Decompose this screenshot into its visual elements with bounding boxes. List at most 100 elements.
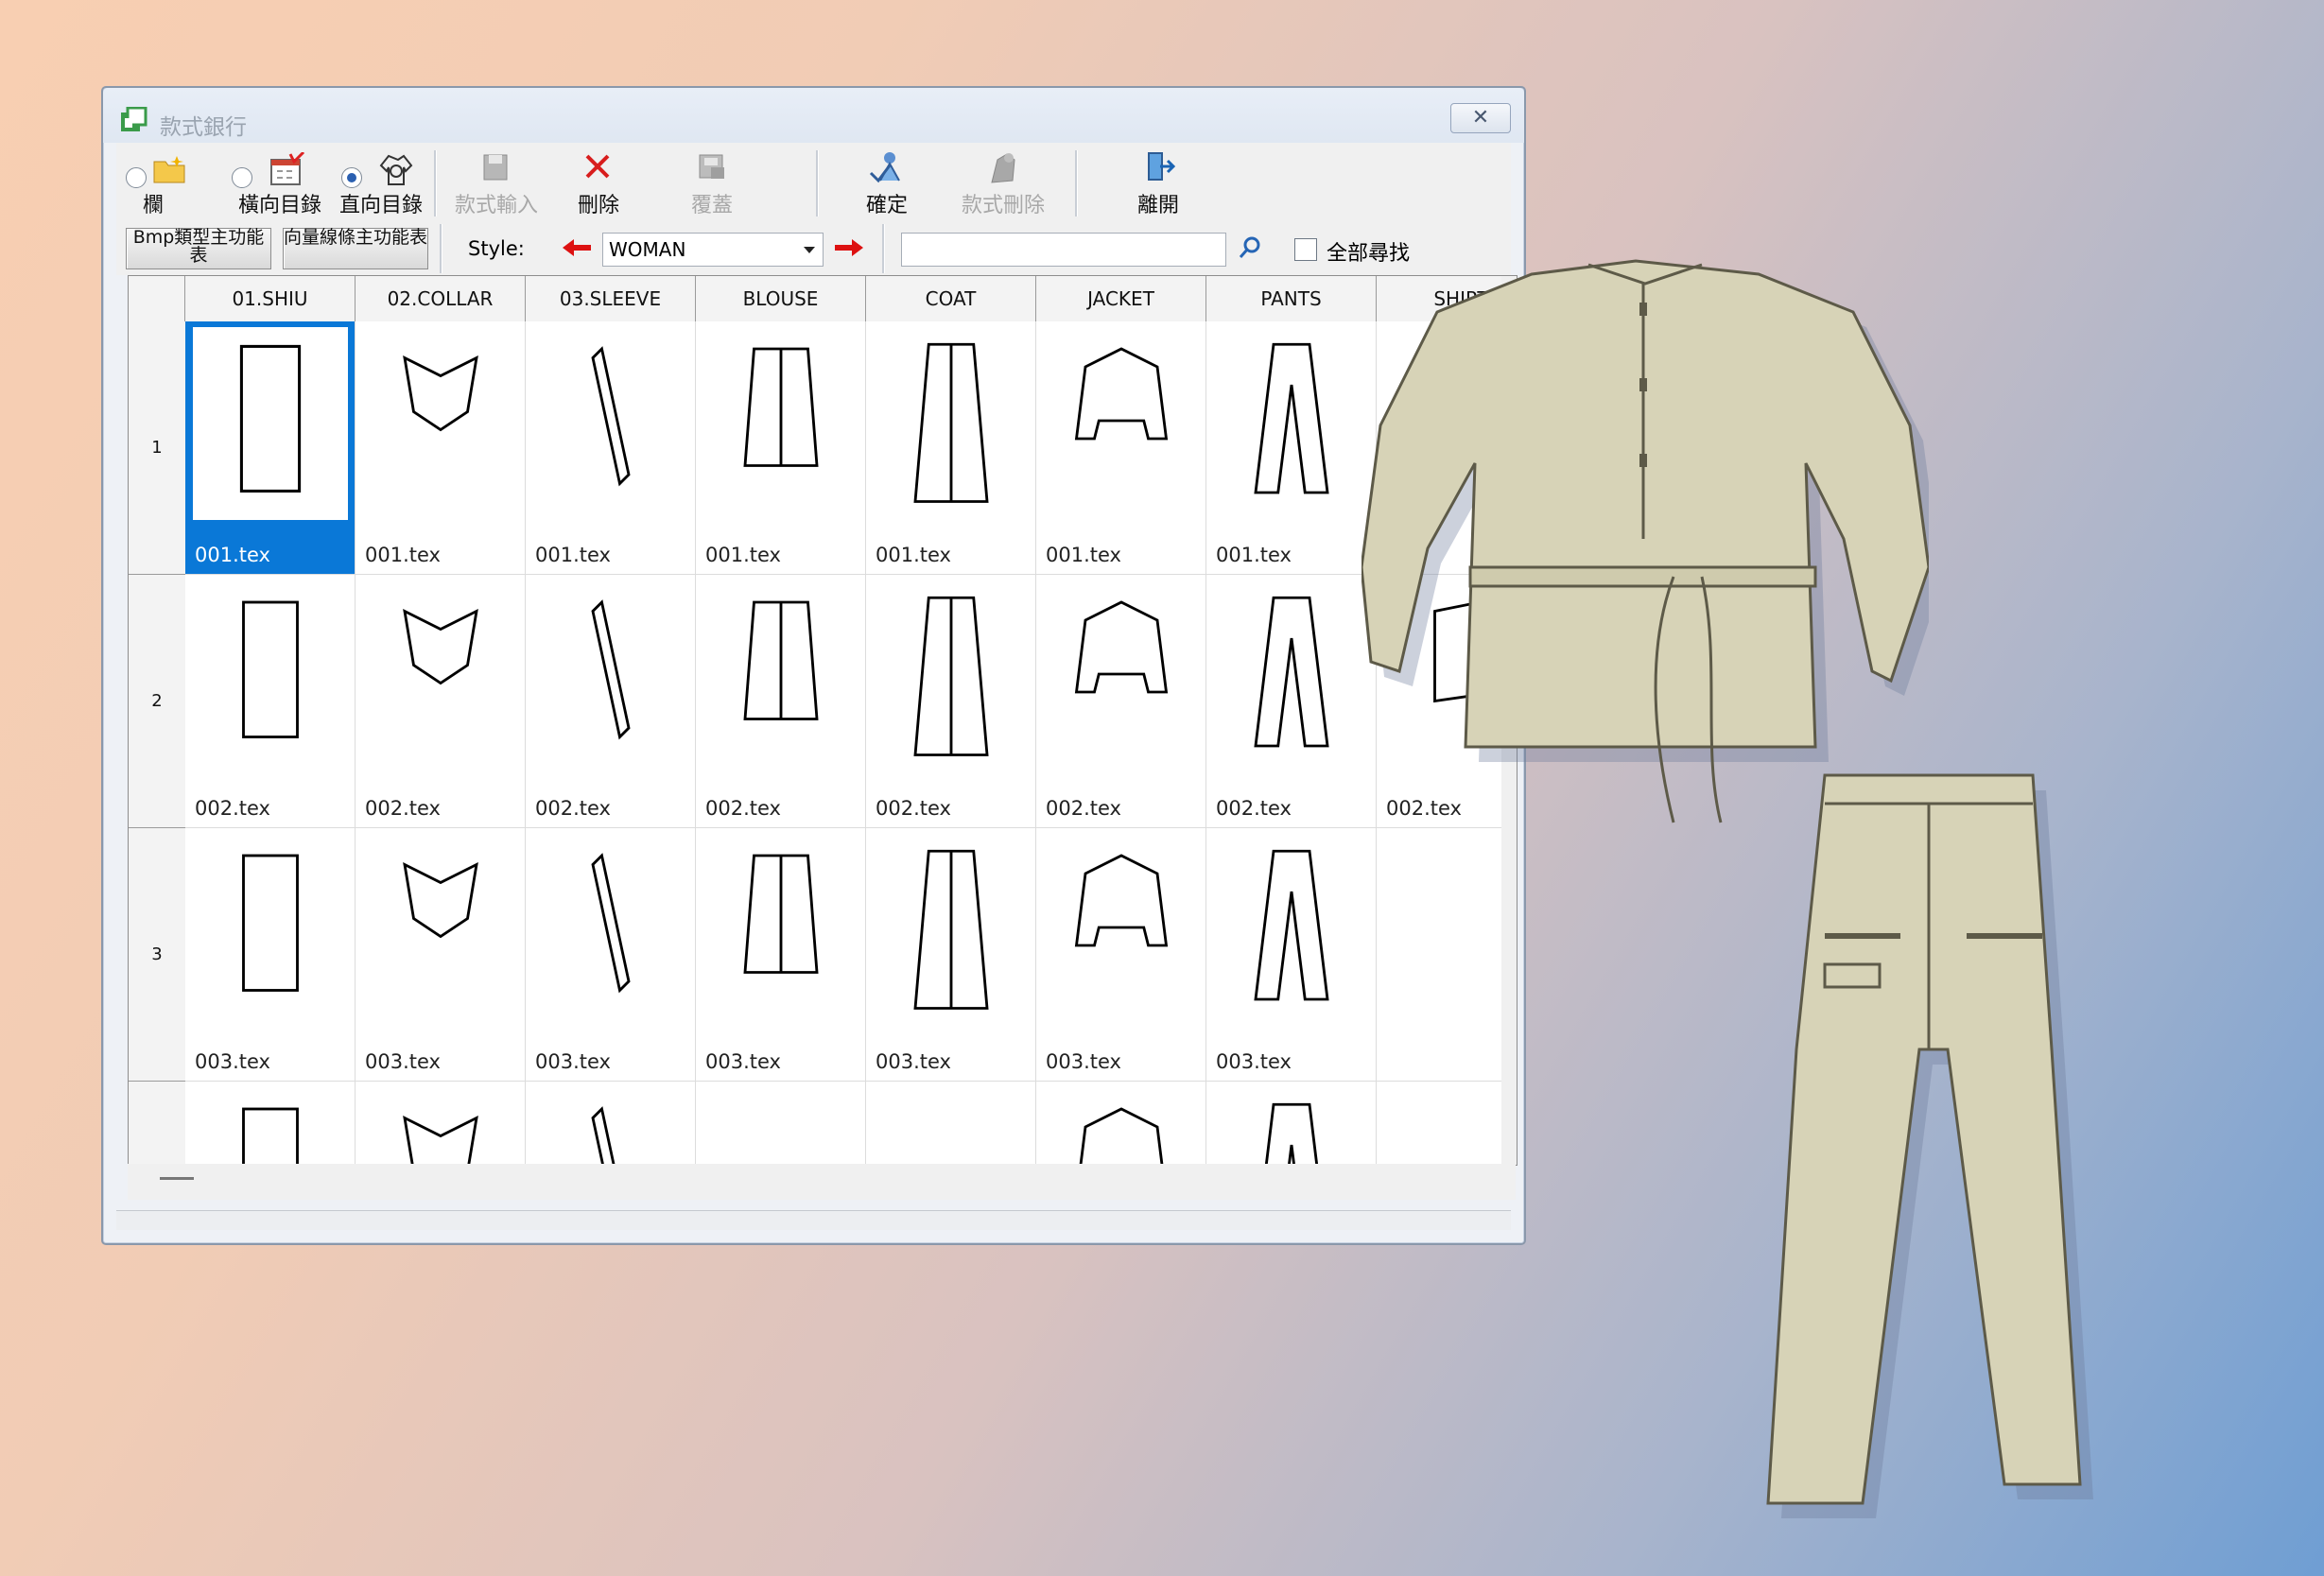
style-thumbnail-cell[interactable]: 001.tex bbox=[866, 321, 1036, 575]
vector-menu-button[interactable]: 向量線條主功能表 bbox=[283, 228, 428, 269]
garment-sketch-icon bbox=[913, 849, 989, 1010]
horizontal-scrollbar[interactable] bbox=[128, 1164, 1516, 1200]
close-icon: ✕ bbox=[1471, 106, 1490, 130]
shirt-outline-icon bbox=[379, 154, 413, 185]
garment-sketch-icon bbox=[1074, 854, 1169, 947]
confirm-figure-icon bbox=[869, 152, 900, 183]
thumbnail-filename: 001.tex bbox=[705, 544, 781, 566]
column-header[interactable]: JACKET bbox=[1036, 276, 1206, 322]
filter-separator bbox=[882, 224, 885, 273]
style-delete-button[interactable]: 款式刪除 bbox=[946, 148, 1060, 218]
view-option-label: 橫向目錄 bbox=[237, 194, 321, 217]
thumbnail-filename: 003.tex bbox=[1216, 1050, 1292, 1073]
thumbnail-filename: 003.tex bbox=[195, 1050, 270, 1073]
style-input-button[interactable]: 款式輸入 bbox=[449, 148, 544, 218]
column-header[interactable]: 02.COLLAR bbox=[356, 276, 526, 322]
garment-sketch-icon bbox=[403, 1115, 478, 1165]
style-thumbnail-cell[interactable] bbox=[1206, 1082, 1377, 1165]
style-thumbnail-cell[interactable]: 002.tex bbox=[1206, 575, 1377, 828]
delete-label: 刪除 bbox=[577, 194, 619, 217]
style-thumbnail-cell[interactable] bbox=[526, 1082, 696, 1165]
style-thumbnail-cell[interactable]: 002.tex bbox=[696, 575, 866, 828]
style-thumbnail-cell[interactable] bbox=[1036, 1082, 1206, 1165]
style-thumbnail-cell[interactable]: 001.tex bbox=[526, 321, 696, 575]
style-select[interactable]: WOMAN bbox=[602, 233, 824, 267]
style-thumbnail-cell[interactable]: 001.tex bbox=[356, 321, 526, 575]
style-grid[interactable]: 01.SHIU 02.COLLAR 03.SLEEVE BLOUSE COAT JACKE… bbox=[128, 275, 1518, 1166]
style-thumbnail-cell[interactable]: 002.tex bbox=[356, 575, 526, 828]
thumbnail-filename: 003.tex bbox=[365, 1050, 441, 1073]
style-thumbnail-cell[interactable]: 001.tex bbox=[1036, 321, 1206, 575]
column-header[interactable]: 01.SHIU bbox=[185, 276, 356, 322]
title-bar[interactable]: 款式銀行 ✕ bbox=[103, 88, 1524, 143]
style-delete-icon bbox=[991, 153, 1015, 183]
thumbnail-filename: 001.tex bbox=[365, 544, 441, 566]
style-thumbnail-cell[interactable]: 002.tex bbox=[185, 575, 356, 828]
row-header[interactable]: 2 bbox=[129, 575, 186, 828]
style-thumbnail-cell[interactable]: 003.tex bbox=[696, 828, 866, 1082]
grid-corner bbox=[129, 276, 185, 322]
exit-button[interactable]: 離開 bbox=[1120, 148, 1196, 218]
style-thumbnail-cell[interactable]: 001.tex bbox=[1206, 321, 1377, 575]
style-thumbnail-cell[interactable]: 001.tex bbox=[185, 321, 356, 575]
row-header[interactable]: 1 bbox=[129, 321, 186, 575]
style-thumbnail-cell[interactable] bbox=[696, 1082, 866, 1165]
column-header[interactable]: PANTS bbox=[1206, 276, 1377, 322]
style-thumbnail-cell[interactable] bbox=[356, 1082, 526, 1165]
thumbnail-filename: 002.tex bbox=[365, 797, 441, 820]
bmp-menu-button[interactable]: Bmp類型主功能表 bbox=[126, 228, 271, 269]
style-thumbnail-cell[interactable]: 003.tex bbox=[1036, 828, 1206, 1082]
garment-sketch-icon bbox=[1254, 849, 1329, 1001]
thumbnail-filename: 002.tex bbox=[1216, 797, 1292, 820]
view-option-vertical[interactable]: 直向目錄 bbox=[334, 148, 428, 218]
style-thumbnail-cell[interactable]: 003.tex bbox=[1206, 828, 1377, 1082]
red-x-icon bbox=[585, 154, 610, 179]
arrow-right-icon[interactable] bbox=[833, 237, 865, 258]
style-thumbnail-cell[interactable]: 003.tex bbox=[356, 828, 526, 1082]
style-thumbnail-cell[interactable]: 003.tex bbox=[866, 828, 1036, 1082]
style-thumbnail-cell[interactable] bbox=[1377, 1082, 1517, 1165]
garment-sketch-icon bbox=[403, 861, 478, 939]
chevron-down-icon bbox=[804, 247, 815, 253]
thumbnail-filename: 001.tex bbox=[876, 544, 951, 566]
garment-sketch-icon bbox=[1254, 342, 1329, 494]
scroll-thumb[interactable] bbox=[160, 1177, 194, 1180]
overwrite-button[interactable]: 覆蓋 bbox=[674, 148, 750, 218]
save-disk-icon bbox=[483, 154, 508, 181]
style-input-label: 款式輸入 bbox=[454, 194, 538, 217]
garment-sketch-icon bbox=[1254, 596, 1329, 748]
column-header[interactable]: 03.SLEEVE bbox=[526, 276, 696, 322]
view-option-column[interactable]: 欄 bbox=[122, 148, 188, 218]
style-thumbnail-cell[interactable]: 003.tex bbox=[185, 828, 356, 1082]
search-icon[interactable] bbox=[1238, 235, 1262, 260]
garment-sketch-icon bbox=[1074, 600, 1169, 694]
confirm-button[interactable]: 確定 bbox=[844, 148, 929, 218]
radio-vertical[interactable] bbox=[341, 167, 362, 188]
folder-icon bbox=[153, 156, 185, 183]
style-thumbnail-cell[interactable]: 002.tex bbox=[1036, 575, 1206, 828]
row-header[interactable] bbox=[129, 1082, 186, 1165]
radio-horizontal[interactable] bbox=[232, 167, 252, 188]
view-option-horizontal[interactable]: 橫向目錄 bbox=[228, 148, 332, 218]
style-thumbnail-cell[interactable] bbox=[866, 1082, 1036, 1165]
garment-sketch-icon bbox=[242, 600, 299, 738]
thumbnail-filename: 002.tex bbox=[705, 797, 781, 820]
search-input[interactable] bbox=[901, 233, 1226, 267]
row-header[interactable]: 3 bbox=[129, 828, 186, 1082]
column-header[interactable]: BLOUSE bbox=[696, 276, 866, 322]
style-thumbnail-cell[interactable]: 002.tex bbox=[526, 575, 696, 828]
column-header[interactable]: COAT bbox=[866, 276, 1036, 322]
style-thumbnail-cell[interactable]: 001.tex bbox=[696, 321, 866, 575]
style-thumbnail-cell[interactable]: 003.tex bbox=[526, 828, 696, 1082]
search-all-checkbox[interactable] bbox=[1294, 238, 1317, 261]
radio-column[interactable] bbox=[126, 167, 147, 188]
thumbnail-filename: 002.tex bbox=[1046, 797, 1121, 820]
style-thumbnail-cell[interactable]: 002.tex bbox=[866, 575, 1036, 828]
style-thumbnail-cell[interactable] bbox=[185, 1082, 356, 1165]
delete-button[interactable]: 刪除 bbox=[561, 148, 636, 218]
thumbnail-filename: 001.tex bbox=[535, 544, 611, 566]
close-button[interactable]: ✕ bbox=[1450, 103, 1511, 133]
client-area: 欄 橫向目錄 直向目錄 款式輸入 刪除 覆蓋 確定 款式刪除 離開 Bmp類型主… bbox=[116, 143, 1518, 1230]
arrow-left-icon[interactable] bbox=[561, 237, 593, 258]
garment-sketch-icon bbox=[743, 600, 819, 720]
